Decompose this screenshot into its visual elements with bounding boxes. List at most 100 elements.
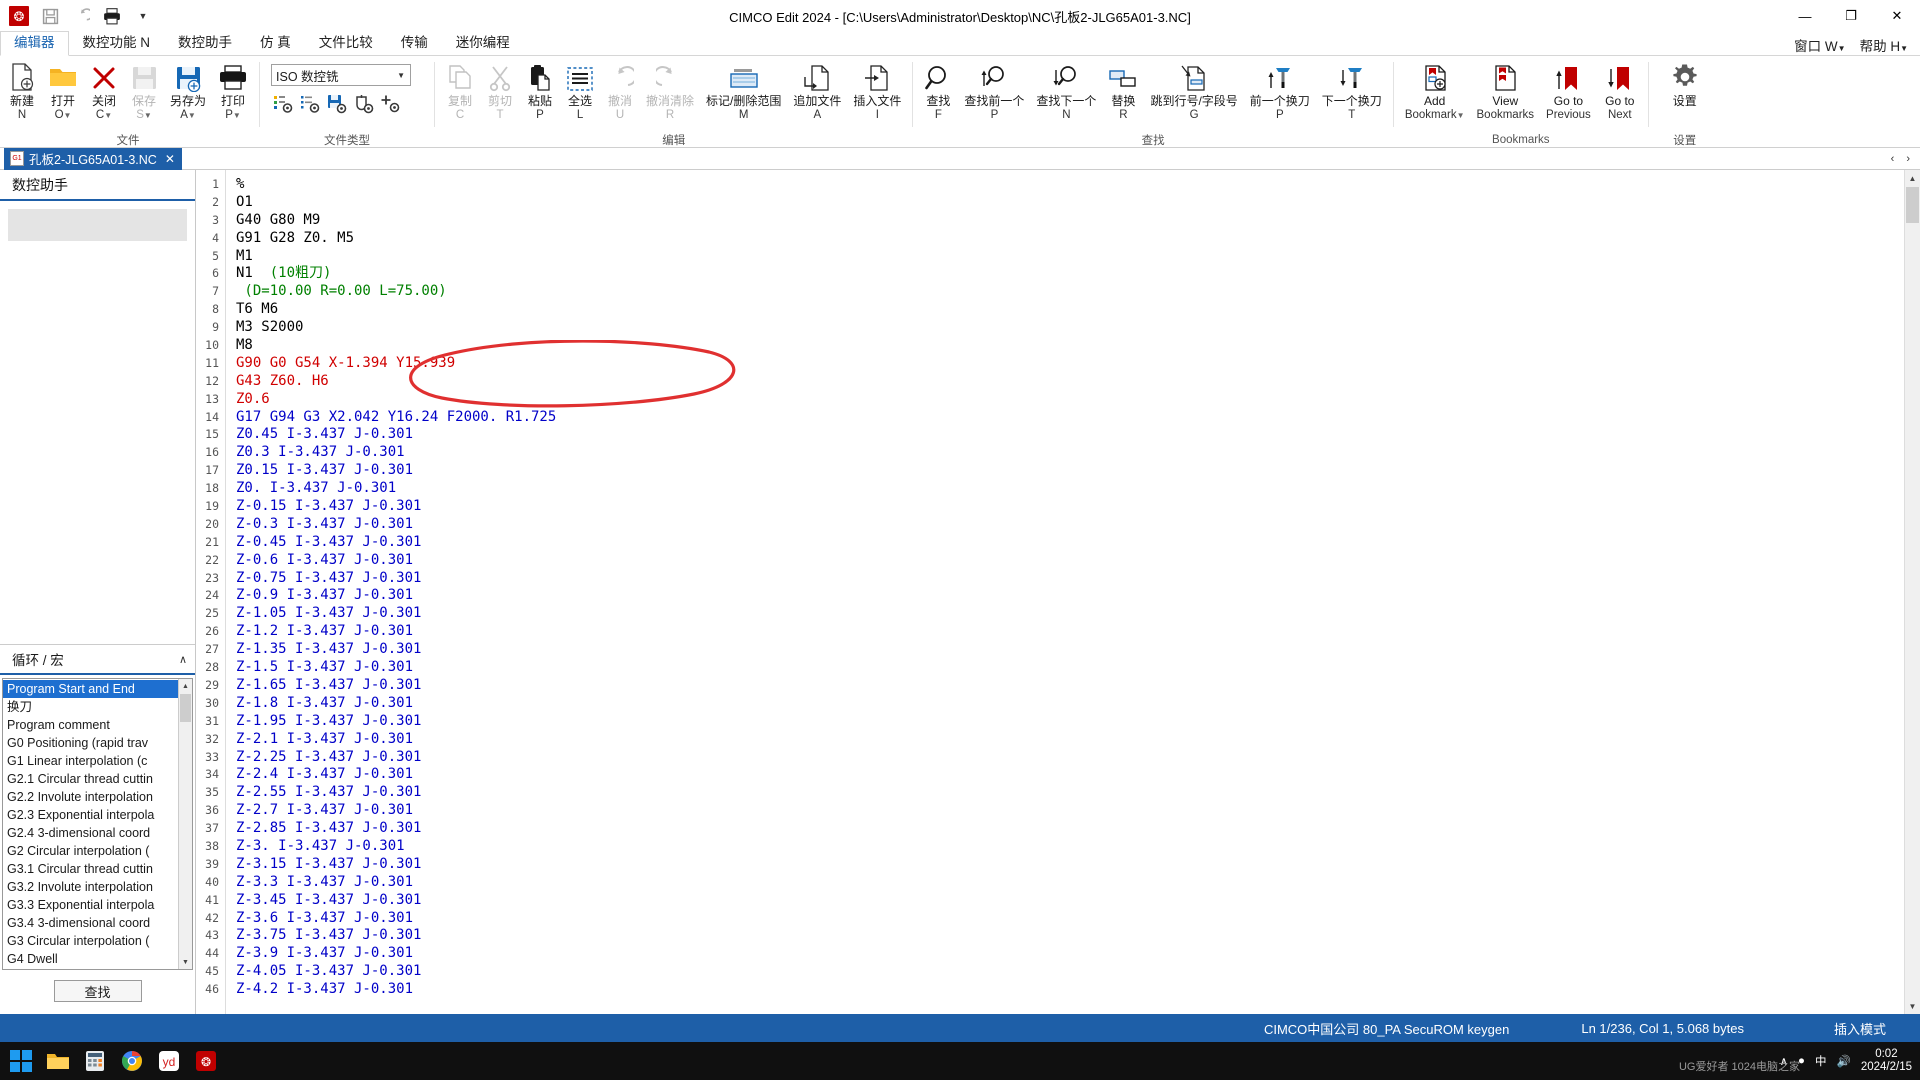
code-editor[interactable]: 1 2 3 4 5 6 7 8 9 10 11 12 13 14 15 16 17 18 19 20 21 22 23 24 2… xyxy=(196,170,1920,1014)
code-line[interactable]: Z-3.15 I-3.437 J-0.301 xyxy=(236,856,1904,874)
undo-icon[interactable] xyxy=(70,5,92,27)
code-line[interactable]: N1 (10粗刀) xyxy=(236,265,1904,283)
close-button[interactable]: ✕ xyxy=(1874,0,1920,32)
find-next-button[interactable]: 查找下一个 N xyxy=(1030,60,1102,122)
code-line[interactable]: G91 G28 Z0. M5 xyxy=(236,230,1904,248)
code-line[interactable]: Z-0.9 I-3.437 J-0.301 xyxy=(236,587,1904,605)
cycles-macros-listbox[interactable]: Program Start and End 换刀 Program comment G0… xyxy=(2,678,193,970)
find-previous-button[interactable]: 查找前一个 P xyxy=(958,60,1030,122)
code-line[interactable]: Z-4.2 I-3.437 J-0.301 xyxy=(236,981,1904,999)
editor-vertical-scrollbar[interactable]: ▲ ▼ xyxy=(1904,170,1920,1014)
tab-mini-program[interactable]: 迷你编程 xyxy=(442,31,524,55)
scroll-up-icon[interactable]: ▲ xyxy=(1905,170,1920,186)
code-line[interactable]: Z-0.3 I-3.437 J-0.301 xyxy=(236,516,1904,534)
code-line[interactable]: Z-2.85 I-3.437 J-0.301 xyxy=(236,820,1904,838)
find-button[interactable]: 查找 F xyxy=(918,60,958,122)
code-line[interactable]: O1 xyxy=(236,194,1904,212)
code-line[interactable]: Z-1.05 I-3.437 J-0.301 xyxy=(236,605,1904,623)
cycles-list-item[interactable]: G2.4 3-dimensional coord xyxy=(3,824,178,842)
code-line[interactable]: Z-2.7 I-3.437 J-0.301 xyxy=(236,802,1904,820)
filetype-setup-icon[interactable] xyxy=(273,94,293,114)
code-line[interactable]: Z0.6 xyxy=(236,391,1904,409)
cimco-edit-icon[interactable]: ❂ xyxy=(191,1046,221,1076)
cycles-list-scrollbar[interactable]: ▲ ▼ xyxy=(178,679,192,969)
code-line[interactable]: Z0.15 I-3.437 J-0.301 xyxy=(236,462,1904,480)
code-line[interactable]: Z-1.8 I-3.437 J-0.301 xyxy=(236,695,1904,713)
filetype-select[interactable]: ISO 数控铣 ▼ xyxy=(271,64,412,86)
cycles-list-item[interactable]: G0 Positioning (rapid trav xyxy=(3,734,178,752)
cycles-macros-section-header[interactable]: 循环 / 宏 ∧ xyxy=(0,644,195,675)
print-button[interactable]: 打印 P▼ xyxy=(212,60,254,123)
document-tab[interactable]: G1 孔板2-JLG65A01-3.NC ✕ xyxy=(4,147,182,170)
save-button[interactable]: 保存 S▼ xyxy=(124,60,164,123)
next-toolchange-button[interactable]: 下一个换刀 T xyxy=(1316,60,1388,122)
cycles-list-item[interactable]: G3.2 Involute interpolation xyxy=(3,878,178,896)
cycles-list-item[interactable]: G2 Circular interpolation ( xyxy=(3,842,178,860)
code-line[interactable]: T6 M6 xyxy=(236,301,1904,319)
maximize-button[interactable]: ❐ xyxy=(1828,0,1874,32)
network-icon[interactable]: ● xyxy=(1798,1055,1805,1067)
tab-nav-prev-icon[interactable]: ‹ xyxy=(1891,153,1895,165)
mark-delete-range-button[interactable]: 标记/删除范围 M xyxy=(700,60,787,122)
filetype-save-icon[interactable] xyxy=(327,94,347,114)
code-line[interactable]: Z-3.75 I-3.437 J-0.301 xyxy=(236,927,1904,945)
add-bookmark-button[interactable]: Add Bookmark▼ xyxy=(1399,60,1471,123)
cycles-list-item[interactable]: G3.1 Circular thread cuttin xyxy=(3,860,178,878)
code-line[interactable]: Z-2.1 I-3.437 J-0.301 xyxy=(236,731,1904,749)
scroll-down-icon[interactable]: ▼ xyxy=(179,955,192,969)
save-as-button[interactable]: 另存为 A▼ xyxy=(164,60,212,123)
windows-start-icon[interactable] xyxy=(6,1046,36,1076)
select-all-button[interactable]: 全选 L xyxy=(560,60,600,122)
ime-icon[interactable]: 中 xyxy=(1815,1053,1827,1069)
menu-help[interactable]: 帮助 H▼ xyxy=(1860,35,1908,55)
cycles-list-item[interactable]: G2.3 Exponential interpola xyxy=(3,806,178,824)
code-text[interactable]: % O1 G40 G80 M9 G91 G28 Z0. M5 M1 N1 (10粗刀) (… xyxy=(226,170,1904,1014)
tab-nav-next-icon[interactable]: › xyxy=(1906,153,1910,165)
code-line[interactable]: Z-2.4 I-3.437 J-0.301 xyxy=(236,766,1904,784)
scrollbar-thumb[interactable] xyxy=(180,694,191,722)
cycles-list-item[interactable]: Program comment xyxy=(3,716,178,734)
menu-window[interactable]: 窗口 W▼ xyxy=(1794,35,1845,55)
replace-button[interactable]: 替换 R xyxy=(1102,60,1144,122)
code-line[interactable]: Z-0.75 I-3.437 J-0.301 xyxy=(236,570,1904,588)
cycles-list-item[interactable]: G3.3 Exponential interpola xyxy=(3,896,178,914)
code-line[interactable]: M1 xyxy=(236,248,1904,266)
code-line[interactable]: G40 G80 M9 xyxy=(236,212,1904,230)
tab-nc-assistant[interactable]: 数控助手 xyxy=(164,31,246,55)
code-line[interactable]: Z-0.15 I-3.437 J-0.301 xyxy=(236,498,1904,516)
tab-simulation[interactable]: 仿 真 xyxy=(246,31,305,55)
paste-button[interactable]: 粘贴 P xyxy=(520,60,560,122)
code-line[interactable]: Z0. I-3.437 J-0.301 xyxy=(236,480,1904,498)
print-icon[interactable] xyxy=(101,5,123,27)
cycles-list-item[interactable]: 换刀 xyxy=(3,698,178,716)
cycles-list-item[interactable]: Program Start and End xyxy=(3,680,178,698)
code-line[interactable]: G90 G0 G54 X-1.394 Y15.939 xyxy=(236,355,1904,373)
goto-next-bookmark-button[interactable]: Go to Next xyxy=(1597,60,1643,122)
chevron-up-icon[interactable]: ∧ xyxy=(179,653,187,666)
code-line[interactable]: M8 xyxy=(236,337,1904,355)
undo-button[interactable]: 撤消 U xyxy=(600,60,640,122)
code-line[interactable]: Z0.3 I-3.437 J-0.301 xyxy=(236,444,1904,462)
calculator-icon[interactable] xyxy=(80,1046,110,1076)
customize-qat-icon[interactable]: ▼ xyxy=(132,5,154,27)
insert-file-button[interactable]: 插入文件 I xyxy=(847,60,907,122)
cycles-macros-list[interactable]: Program Start and End 换刀 Program comment G0… xyxy=(3,679,178,969)
cycles-list-item[interactable]: G4 Dwell xyxy=(3,950,178,968)
code-line[interactable]: Z-3.9 I-3.437 J-0.301 xyxy=(236,945,1904,963)
new-button[interactable]: 新建 N xyxy=(2,60,42,122)
goto-previous-bookmark-button[interactable]: Go to Previous xyxy=(1540,60,1597,122)
youdao-icon[interactable]: yd xyxy=(154,1046,184,1076)
chrome-icon[interactable] xyxy=(117,1046,147,1076)
clock[interactable]: 0:02 2024/2/15 xyxy=(1861,1048,1912,1074)
scroll-up-icon[interactable]: ▲ xyxy=(179,679,192,693)
file-explorer-icon[interactable] xyxy=(43,1046,73,1076)
view-bookmarks-button[interactable]: View Bookmarks xyxy=(1471,60,1541,122)
code-line[interactable]: Z-4.05 I-3.437 J-0.301 xyxy=(236,963,1904,981)
filetype-list-icon[interactable] xyxy=(300,94,320,114)
code-line[interactable]: Z-3.6 I-3.437 J-0.301 xyxy=(236,910,1904,928)
scrollbar-thumb[interactable] xyxy=(1906,187,1919,223)
code-line[interactable]: Z-1.5 I-3.437 J-0.301 xyxy=(236,659,1904,677)
redo-button[interactable]: 撤消清除 R xyxy=(640,60,700,122)
code-line[interactable]: G43 Z60. H6 xyxy=(236,373,1904,391)
code-line[interactable]: Z-2.55 I-3.437 J-0.301 xyxy=(236,784,1904,802)
